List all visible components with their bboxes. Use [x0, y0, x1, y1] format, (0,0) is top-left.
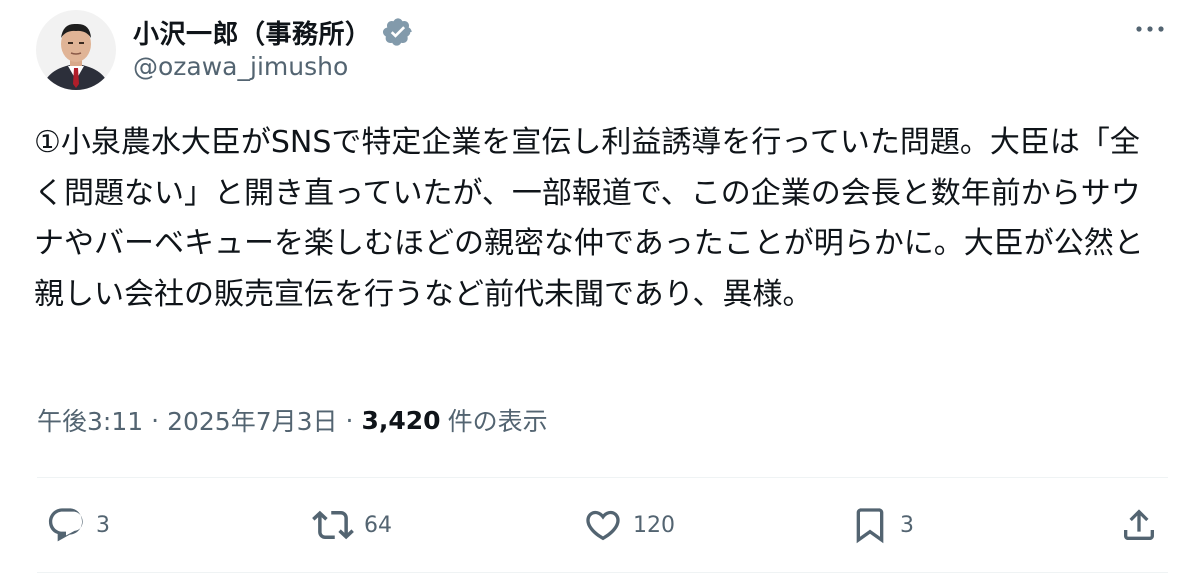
reply-button[interactable]: 3: [46, 500, 110, 550]
tweet-text: ①小泉農水大臣がSNSで特定企業を宣伝し利益誘導を行っていた問題。大臣は「全く問…: [34, 125, 1144, 312]
more-options-button[interactable]: [1132, 14, 1168, 44]
user-handle[interactable]: @ozawa_jimusho: [133, 52, 348, 81]
tweet-time[interactable]: 午後3:11: [37, 402, 143, 438]
verified-badge-icon: [382, 16, 414, 48]
avatar[interactable]: [36, 10, 116, 90]
share-icon: [1124, 509, 1154, 540]
meta-separator: ·: [151, 405, 160, 435]
bookmark-icon: [856, 508, 884, 544]
retweet-icon: [312, 510, 354, 540]
like-count: 120: [633, 512, 675, 538]
like-button[interactable]: 120: [583, 500, 675, 550]
divider: [37, 572, 1168, 573]
display-name[interactable]: 小沢一郎（事務所）: [133, 14, 372, 51]
avatar-image: [36, 10, 116, 90]
author-name-row: 小沢一郎（事務所）: [133, 12, 414, 52]
heart-icon: [586, 510, 620, 541]
views-count: 3,420: [361, 405, 441, 435]
views-label: 件の表示: [447, 407, 548, 436]
tweet-date[interactable]: 2025年7月3日: [167, 402, 337, 438]
action-bar: 3 64 120 3: [0, 500, 1180, 550]
retweet-button[interactable]: 64: [312, 500, 392, 550]
retweet-count: 64: [364, 512, 392, 538]
reply-icon: [48, 508, 83, 542]
bookmark-button[interactable]: 3: [850, 500, 914, 550]
share-button[interactable]: [1119, 500, 1159, 550]
tweet-meta: 午後3:11 · 2025年7月3日 · 3,420 件の表示: [37, 400, 548, 440]
more-dots-icon: [1136, 26, 1164, 32]
divider: [37, 477, 1168, 478]
reply-count: 3: [96, 512, 110, 538]
bookmark-count: 3: [900, 512, 914, 538]
meta-separator: ·: [345, 405, 354, 435]
